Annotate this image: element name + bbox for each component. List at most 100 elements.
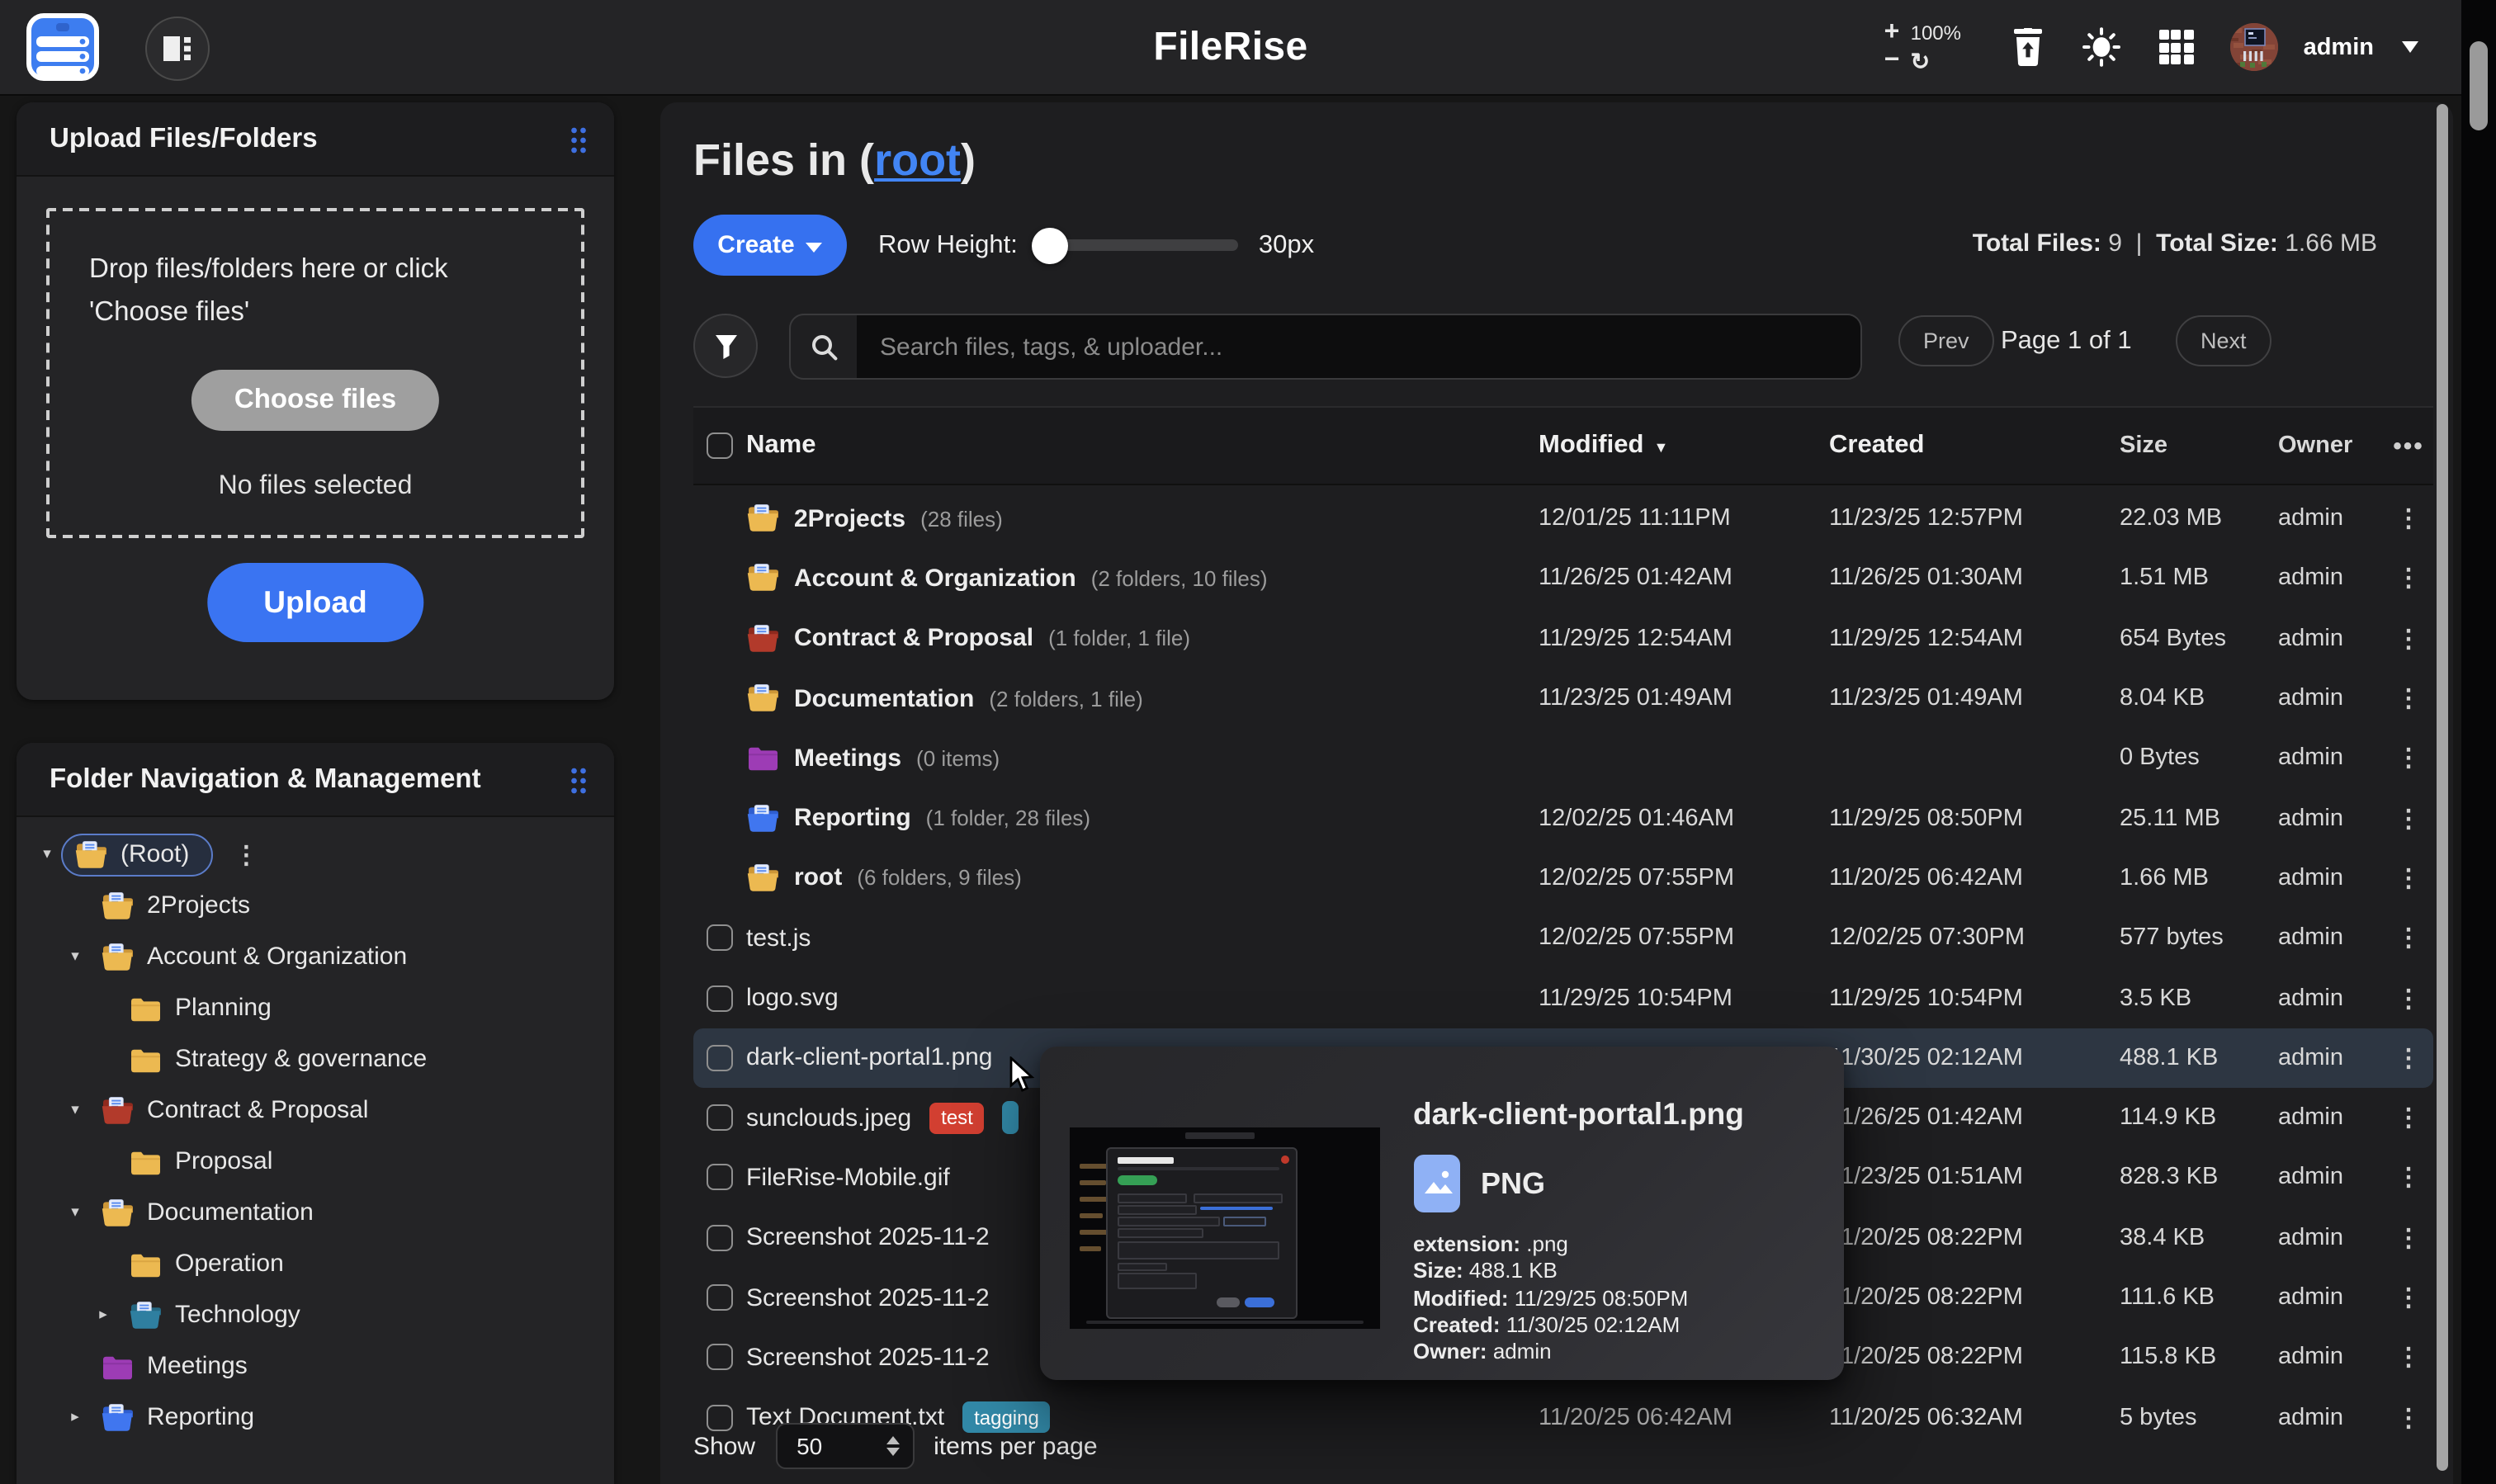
row-height-slider[interactable] (1038, 239, 1239, 251)
column-header-modified[interactable]: Modified▼ (1539, 431, 1829, 461)
sidebar-item-operation[interactable]: Operation (17, 1238, 614, 1289)
row-menu-button[interactable]: ⋮ (2384, 1283, 2433, 1312)
file-preview-tooltip: dark-client-portal1.png PNG extension: .… (1040, 1047, 1844, 1380)
page-scrollbar-thumb[interactable] (2470, 41, 2488, 130)
row-menu-button[interactable]: ⋮ (2384, 1163, 2433, 1193)
row-menu-button[interactable]: ⋮ (2384, 564, 2433, 593)
table-row[interactable]: root (6 folders, 9 files) 12/02/25 07:55… (693, 848, 2433, 909)
next-page-button[interactable]: Next (2176, 315, 2271, 366)
user-avatar[interactable] (2231, 23, 2279, 71)
table-row[interactable]: Meetings (0 items) 0 Bytes admin ⋮ (693, 728, 2433, 788)
row-checkbox[interactable] (707, 1224, 733, 1250)
row-checkbox[interactable] (707, 1284, 733, 1311)
sidebar-item-meetings[interactable]: Meetings (17, 1340, 614, 1392)
modified-cell: 12/02/25 07:55PM (1539, 924, 1829, 951)
upload-dropzone[interactable]: Drop files/folders here or click 'Choose… (46, 208, 584, 538)
row-menu-button[interactable]: ⋮ (2384, 744, 2433, 773)
tree-caret-icon[interactable]: ▾ (33, 845, 61, 863)
column-header-name[interactable]: Name (746, 431, 1539, 461)
row-menu-button[interactable]: ⋮ (2384, 683, 2433, 713)
row-checkbox[interactable] (707, 1104, 733, 1131)
row-menu-button[interactable]: ⋮ (2384, 623, 2433, 653)
row-checkbox[interactable] (707, 924, 733, 951)
choose-files-button[interactable]: Choose files (191, 370, 439, 431)
owner-cell: admin (2268, 805, 2384, 831)
tree-caret-icon[interactable]: ▾ (61, 948, 89, 966)
owner-cell: admin (2268, 1104, 2384, 1131)
column-header-owner[interactable]: Owner (2268, 432, 2384, 459)
prev-page-button[interactable]: Prev (1898, 315, 1994, 366)
table-row[interactable]: Account & Organization (2 folders, 10 fi… (693, 549, 2433, 609)
row-menu-button[interactable]: ⋮ (2384, 503, 2433, 533)
sort-desc-icon: ▼ (1653, 439, 1668, 456)
sidebar-item-2projects[interactable]: 2Projects (17, 880, 614, 931)
root-breadcrumb-link[interactable]: root (874, 135, 961, 185)
folder-icon (129, 1300, 162, 1330)
sidebar-item-root[interactable]: ▾ (Root) ⋮ (17, 829, 614, 880)
row-menu-button[interactable]: ⋮ (2384, 1402, 2433, 1432)
page-size-select[interactable]: 50 (775, 1423, 914, 1469)
drag-handle-icon[interactable] (570, 125, 588, 153)
filter-button[interactable] (693, 314, 758, 378)
row-menu-button[interactable]: ⋮ (2384, 1043, 2433, 1073)
row-menu-button[interactable]: ⋮ (2384, 1103, 2433, 1132)
table-row[interactable]: Documentation (2 folders, 1 file) 11/23/… (693, 669, 2433, 729)
content-scrollbar[interactable] (2437, 104, 2448, 1471)
row-menu-button[interactable]: ⋮ (2384, 863, 2433, 893)
sidebar-item-planning[interactable]: Planning (17, 982, 614, 1033)
select-all-checkbox[interactable] (707, 432, 733, 459)
file-tag: test (929, 1102, 985, 1133)
zoom-out-button[interactable]: − (1884, 50, 1911, 73)
table-row[interactable]: test.js 12/02/25 07:55PM 12/02/25 07:30P… (693, 908, 2433, 968)
zoom-reset-button[interactable]: ↻ (1911, 47, 1974, 75)
sidebar-item-contract-proposal[interactable]: ▾ Contract & Proposal (17, 1085, 614, 1136)
slider-thumb[interactable] (1033, 227, 1069, 263)
create-button[interactable]: Create (693, 215, 847, 276)
row-menu-button[interactable]: ⋮ (2384, 923, 2433, 952)
trash-restore-button[interactable] (2008, 27, 2048, 67)
row-checkbox[interactable] (707, 1165, 733, 1191)
modified-cell: 11/29/25 10:54PM (1539, 985, 1829, 1011)
folder-menu-button[interactable]: ⋮ (234, 839, 258, 869)
theme-toggle-button[interactable] (2082, 27, 2122, 67)
page-scrollbar-track[interactable] (2461, 0, 2496, 1484)
row-checkbox[interactable] (707, 985, 733, 1011)
folder-icon (101, 942, 134, 971)
apps-grid-button[interactable] (2157, 27, 2196, 67)
sidebar-item-account-organization[interactable]: ▾ Account & Organization (17, 931, 614, 982)
row-checkbox[interactable] (707, 1045, 733, 1071)
table-row[interactable]: Reporting (1 folder, 28 files) 12/02/25 … (693, 788, 2433, 848)
table-row[interactable]: Contract & Proposal (1 folder, 1 file) 1… (693, 608, 2433, 669)
size-cell: 25.11 MB (2110, 805, 2268, 831)
folder-icon (746, 863, 779, 893)
row-menu-button[interactable]: ⋮ (2384, 1222, 2433, 1252)
tree-caret-icon[interactable]: ▸ (89, 1306, 117, 1324)
folder-icon (101, 1351, 134, 1381)
drag-handle-icon[interactable] (570, 765, 588, 793)
row-menu-button[interactable]: ⋮ (2384, 1343, 2433, 1373)
tree-caret-icon[interactable]: ▸ (61, 1408, 89, 1426)
sidebar-item-technology[interactable]: ▸ Technology (17, 1289, 614, 1340)
tree-caret-icon[interactable]: ▾ (61, 1203, 89, 1222)
row-menu-button[interactable]: ⋮ (2384, 983, 2433, 1013)
sidebar-item-documentation[interactable]: ▾ Documentation (17, 1187, 614, 1238)
row-checkbox[interactable] (707, 1345, 733, 1371)
user-menu-caret-icon[interactable] (2402, 41, 2418, 53)
user-name[interactable]: admin (2304, 34, 2374, 60)
sidebar-item-proposal[interactable]: Proposal (17, 1136, 614, 1187)
table-row[interactable]: logo.svg 11/29/25 10:54PM 11/29/25 10:54… (693, 968, 2433, 1028)
zoom-in-button[interactable]: + (1884, 21, 1911, 45)
tooltip-detail-line: Size: 488.1 KB (1413, 1259, 1818, 1286)
row-menu-button[interactable]: ⋮ (2384, 803, 2433, 833)
columns-menu-button[interactable]: ••• (2384, 432, 2433, 460)
column-header-created[interactable]: Created (1829, 431, 2110, 461)
column-header-size[interactable]: Size (2110, 432, 2268, 459)
owner-cell: admin (2268, 1404, 2384, 1430)
item-meta: (28 files) (920, 506, 1003, 531)
search-input[interactable] (857, 315, 1860, 378)
sidebar-item-strategy-governance[interactable]: Strategy & governance (17, 1033, 614, 1085)
upload-button[interactable]: Upload (207, 563, 423, 642)
sidebar-item-reporting[interactable]: ▸ Reporting (17, 1392, 614, 1443)
table-row[interactable]: 2Projects (28 files) 12/01/25 11:11PM 11… (693, 489, 2433, 549)
tree-caret-icon[interactable]: ▾ (61, 1101, 89, 1119)
